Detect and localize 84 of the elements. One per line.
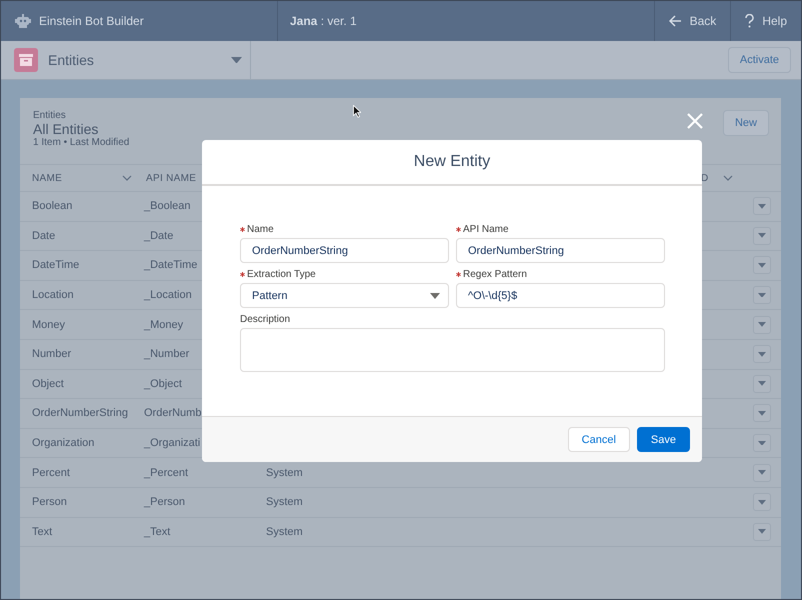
help-icon [745, 14, 754, 28]
table-cell: Money [32, 318, 66, 331]
table-cell: System [266, 526, 303, 538]
table-cell: _Date [144, 230, 174, 242]
table-cell: _Object [144, 378, 182, 390]
row-menu-button[interactable] [753, 226, 771, 245]
table-cell: Location [32, 289, 74, 302]
activate-button[interactable]: Activate [728, 47, 791, 73]
row-menu-button[interactable] [753, 522, 771, 541]
table-cell: _Number [144, 348, 190, 360]
table-cell: Boolean [32, 200, 72, 212]
caret-down-icon [758, 322, 766, 328]
table-cell: Date [32, 230, 56, 242]
row-menu-button[interactable] [753, 404, 771, 422]
bot-version: Jana : ver. 1 [289, 14, 358, 28]
cancel-button[interactable]: Cancel [568, 427, 630, 452]
table-cell: _Organizati [144, 437, 200, 450]
field-label: Description [240, 314, 290, 325]
field-label: Regex Pattern [463, 269, 527, 280]
table-cell: Organization [32, 437, 94, 450]
table-cell: Object [32, 378, 64, 390]
caret-down-icon [231, 56, 242, 64]
chevron-down-icon [723, 175, 733, 181]
textarea-field[interactable] [240, 328, 665, 372]
row-menu-button[interactable] [753, 316, 771, 334]
caret-down-icon [758, 529, 766, 534]
field-label: Name [247, 224, 274, 235]
caret-down-icon [758, 381, 766, 386]
caret-down-icon [758, 292, 766, 298]
column-header[interactable]: NAME [20, 165, 140, 191]
archive-icon [14, 48, 38, 72]
row-menu-button[interactable] [753, 374, 771, 393]
caret-down-icon [758, 440, 766, 446]
table-cell: System [266, 496, 303, 508]
select-field[interactable]: Pattern [240, 283, 449, 308]
object-title: Entities [48, 52, 95, 68]
table-cell: _Money [144, 318, 184, 331]
table-cell: _Location [144, 289, 192, 302]
table-cell: Text [32, 526, 52, 538]
table-cell: DateTime [32, 259, 80, 272]
caret-down-icon [758, 233, 766, 238]
caret-down-icon [758, 263, 766, 268]
caret-down-icon [758, 411, 766, 416]
field-label: Extraction Type [247, 269, 316, 280]
input-field[interactable]: OrderNumberString [456, 238, 665, 263]
close-button[interactable] [685, 111, 705, 131]
robot-icon [15, 14, 31, 28]
row-menu-button[interactable] [753, 493, 771, 512]
caret-down-icon [758, 352, 766, 357]
column-header[interactable]: D [697, 165, 741, 191]
caret-down-icon [758, 470, 766, 476]
table-cell: Person [32, 496, 67, 508]
table-cell: _Text [144, 526, 170, 538]
input-field[interactable]: OrderNumberString [240, 238, 449, 263]
chevron-down-icon [122, 175, 132, 181]
row-menu-button[interactable] [753, 434, 771, 452]
table-cell: Number [32, 348, 72, 360]
caret-down-icon [758, 204, 766, 209]
list-title: All Entities [33, 121, 100, 137]
list-meta: 1 Item • Last Modified [33, 137, 130, 148]
field-label: API Name [463, 224, 509, 235]
object-label: Entities [33, 110, 67, 121]
table-cell: Percent [32, 466, 70, 479]
row-menu-button[interactable] [753, 464, 771, 482]
table-cell: OrderNumberString [32, 407, 128, 420]
table-cell: _DateTime [144, 259, 198, 272]
input-field[interactable]: ^O\-\d{5}$ [456, 283, 665, 308]
modal-title: New Entity [414, 153, 490, 171]
new-button[interactable]: New [722, 110, 769, 136]
row-menu-button[interactable] [753, 197, 771, 216]
save-button[interactable]: Save [636, 427, 690, 452]
row-menu-button[interactable] [753, 256, 771, 274]
row-menu-button[interactable] [753, 345, 771, 364]
mouse-pointer-icon [353, 105, 361, 118]
row-menu-button[interactable] [753, 286, 771, 304]
app-name: Einstein Bot Builder [39, 14, 144, 28]
table-cell: System [266, 466, 303, 479]
table-cell: OrderNumb [144, 407, 202, 420]
table-cell: _Boolean [144, 200, 190, 212]
table-cell: _Person [144, 496, 185, 508]
caret-down-icon [758, 500, 766, 505]
table-cell: _Percent [144, 466, 188, 479]
caret-down-icon [430, 292, 440, 298]
arrow-left-icon [668, 15, 682, 27]
